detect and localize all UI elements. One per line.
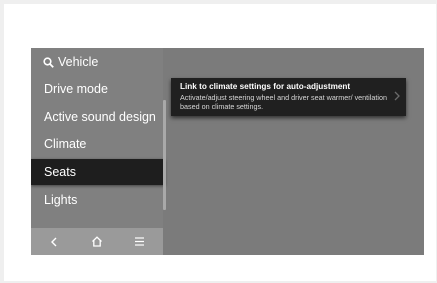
setting-description: Activate/adjust steering wheel and drive…: [180, 93, 387, 111]
back-button[interactable]: [39, 228, 69, 255]
menu-item-seats[interactable]: Seats: [31, 159, 165, 185]
sidebar: Vehicle Drive mode Active sound design C…: [31, 48, 165, 255]
sidebar-scrollbar[interactable]: [163, 100, 166, 210]
home-icon: [92, 236, 102, 247]
menu-item-drive-mode[interactable]: Drive mode: [31, 76, 191, 102]
menu-item-label: Drive mode: [44, 82, 108, 96]
menu-item-lights[interactable]: Lights: [31, 187, 191, 213]
menu-item-label: Seats: [44, 165, 76, 179]
back-icon: [51, 237, 57, 246]
setting-title: Link to climate settings for auto-adjust…: [180, 82, 351, 91]
search-icon: [43, 56, 54, 68]
menu-item-label: Climate: [44, 137, 87, 151]
bottom-bar: [31, 228, 163, 255]
menu-item-label: Lights: [44, 193, 78, 207]
climate-link-setting[interactable]: Link to climate settings for auto-adjust…: [171, 78, 406, 116]
infotainment-screen: Vehicle Drive mode Active sound design C…: [31, 48, 424, 255]
search-button[interactable]: Vehicle: [43, 54, 98, 70]
menu-item-climate[interactable]: Climate: [31, 131, 191, 157]
page-frame: Vehicle Drive mode Active sound design C…: [4, 4, 436, 281]
menu-icon: [134, 237, 144, 246]
chevron-right-icon: [394, 91, 400, 101]
home-button[interactable]: [82, 228, 112, 255]
menu-item-active-sound-design[interactable]: Active sound design: [31, 104, 191, 130]
menu-button[interactable]: [124, 228, 154, 255]
search-label: Vehicle: [58, 55, 99, 69]
menu-item-label: Active sound design: [44, 110, 156, 124]
